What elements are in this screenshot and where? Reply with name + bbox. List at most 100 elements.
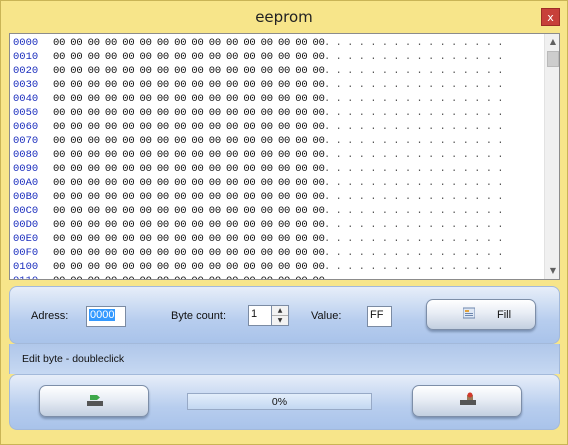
hex-row-bytes[interactable]: 00 00 00 00 00 00 00 00 00 00 00 00 00 0… [53,232,325,246]
scroll-down-arrow-icon[interactable]: ▼ [545,263,559,279]
scroll-thumb[interactable] [547,51,559,67]
hex-row-ascii: ................ [324,261,509,273]
hex-row-address: 0080 [13,149,39,161]
hex-row[interactable]: 0030 00 00 00 00 00 00 00 00 00 00 00 00 … [10,78,544,92]
hex-row-ascii: ................ [324,177,509,189]
hex-row-address: 00B0 [13,191,39,203]
hex-row-address: 0100 [13,261,39,273]
hex-row-address: 00E0 [13,233,39,245]
hex-row[interactable]: 0020 00 00 00 00 00 00 00 00 00 00 00 00 … [10,64,544,78]
hex-row[interactable]: 0080 00 00 00 00 00 00 00 00 00 00 00 00 … [10,148,544,162]
hex-row[interactable]: 0060 00 00 00 00 00 00 00 00 00 00 00 00 … [10,120,544,134]
fill-button[interactable]: Fill [426,299,536,330]
hex-row[interactable]: 0040 00 00 00 00 00 00 00 00 00 00 00 00 … [10,92,544,106]
hex-row-bytes[interactable]: 00 00 00 00 00 00 00 00 00 00 00 00 00 0… [53,134,325,148]
value-label: Value: [311,310,342,322]
hex-row-bytes[interactable]: 00 00 00 00 00 00 00 00 00 00 00 00 00 0… [53,50,325,64]
title-bar[interactable]: eeprom x [1,1,567,33]
hex-row-ascii: ................ [324,65,509,77]
edit-hint-text: Edit byte - doubleclick [22,353,125,365]
hex-row-bytes[interactable]: 00 00 00 00 00 00 00 00 00 00 00 00 00 0… [53,260,325,274]
scroll-up-arrow-icon[interactable]: ▲ [545,34,559,50]
chip-write-icon [460,392,476,405]
hex-row-address: 0010 [13,51,39,63]
hex-row-address: 0040 [13,93,39,105]
hex-row[interactable]: 0100 00 00 00 00 00 00 00 00 00 00 00 00 … [10,260,544,274]
eeprom-window: eeprom x 0000 00 00 00 00 00 00 00 00 00 … [0,0,568,445]
hex-row-bytes[interactable]: 00 00 00 00 00 00 00 00 00 00 00 00 00 0… [53,36,325,50]
hex-row[interactable]: 00E0 00 00 00 00 00 00 00 00 00 00 00 00 … [10,232,544,246]
hex-row-ascii: ................ [324,149,509,161]
hex-row[interactable]: 00D0 00 00 00 00 00 00 00 00 00 00 00 00 … [10,218,544,232]
hex-row-bytes[interactable]: 00 00 00 00 00 00 00 00 00 00 00 00 00 0… [53,246,325,260]
hex-row-bytes[interactable]: 00 00 00 00 00 00 00 00 00 00 00 00 00 0… [53,162,325,176]
byte-count-label: Byte count: [171,310,227,322]
hex-row-bytes[interactable]: 00 00 00 00 00 00 00 00 00 00 00 00 00 0… [53,120,325,134]
hex-row[interactable]: 00B0 00 00 00 00 00 00 00 00 00 00 00 00 … [10,190,544,204]
hex-row-bytes[interactable]: 00 00 00 00 00 00 00 00 00 00 00 00 00 0… [53,64,325,78]
hex-row-bytes[interactable]: 00 00 00 00 00 00 00 00 00 00 00 00 00 0… [53,190,325,204]
hex-row[interactable]: 00A0 00 00 00 00 00 00 00 00 00 00 00 00 … [10,176,544,190]
hex-rows: 0000 00 00 00 00 00 00 00 00 00 00 00 00 … [10,36,544,279]
address-label: Adress: [31,310,69,322]
hex-row-ascii: ................ [324,37,509,49]
hex-row-ascii: ................ [324,205,509,217]
hex-row-bytes[interactable]: 00 00 00 00 00 00 00 00 00 00 00 00 00 0… [53,92,325,106]
vertical-scrollbar[interactable]: ▲ ▼ [544,34,559,279]
hex-row-ascii: ................ [324,135,509,147]
hex-row-bytes[interactable]: 00 00 00 00 00 00 00 00 00 00 00 00 00 0… [53,274,325,279]
hex-row-address: 0070 [13,135,39,147]
hex-row-ascii: ................ [324,93,509,105]
hex-row-bytes[interactable]: 00 00 00 00 00 00 00 00 00 00 00 00 00 0… [53,204,325,218]
hex-row[interactable]: 0010 00 00 00 00 00 00 00 00 00 00 00 00 … [10,50,544,64]
hex-row-bytes[interactable]: 00 00 00 00 00 00 00 00 00 00 00 00 00 0… [53,176,325,190]
hex-row-ascii: ................ [324,107,509,119]
fill-icon [463,307,475,319]
hex-row[interactable]: 0050 00 00 00 00 00 00 00 00 00 00 00 00 … [10,106,544,120]
hex-row-address: 0030 [13,79,39,91]
hex-row-address: 00A0 [13,177,39,189]
window-title: eeprom [255,8,313,26]
hex-row[interactable]: 0090 00 00 00 00 00 00 00 00 00 00 00 00 … [10,162,544,176]
hex-row-ascii: ................ [324,51,509,63]
hex-row-bytes[interactable]: 00 00 00 00 00 00 00 00 00 00 00 00 00 0… [53,78,325,92]
hex-row-address: 0050 [13,107,39,119]
hex-row[interactable]: 0070 00 00 00 00 00 00 00 00 00 00 00 00 … [10,134,544,148]
hex-row[interactable]: 0000 00 00 00 00 00 00 00 00 00 00 00 00 … [10,36,544,50]
hex-row[interactable]: 00C0 00 00 00 00 00 00 00 00 00 00 00 00 … [10,204,544,218]
byte-count-input[interactable]: 1 [248,305,272,326]
byte-count-stepper[interactable]: ▲ ▼ [271,305,289,326]
hex-row-ascii: ................ [324,191,509,203]
hex-row[interactable]: 0110 00 00 00 00 00 00 00 00 00 00 00 00 … [10,274,544,279]
hex-view[interactable]: 0000 00 00 00 00 00 00 00 00 00 00 00 00 … [9,33,560,280]
hex-row-bytes[interactable]: 00 00 00 00 00 00 00 00 00 00 00 00 00 0… [53,106,325,120]
hex-row-ascii: ................ [324,274,509,279]
hex-row-address: 0020 [13,65,39,77]
hex-row-address: 00D0 [13,219,39,231]
write-button[interactable] [412,385,522,417]
hex-row-ascii: ................ [324,219,509,231]
hex-row[interactable]: 00F0 00 00 00 00 00 00 00 00 00 00 00 00 … [10,246,544,260]
read-button[interactable] [39,385,149,417]
hex-row-address: 0060 [13,121,39,133]
hex-row-ascii: ................ [324,233,509,245]
fill-button-label: Fill [497,309,512,321]
progress-bar: 0% [187,393,372,410]
stepper-up-icon[interactable]: ▲ [272,306,288,316]
hex-row-address: 00F0 [13,247,39,259]
hex-row-ascii: ................ [324,247,509,259]
address-input[interactable]: 0000 [86,306,126,327]
close-button[interactable]: x [541,8,560,26]
hex-row-ascii: ................ [324,163,509,175]
hex-row-address: 0000 [13,37,39,49]
value-input[interactable]: FF [367,306,392,327]
hex-row-address: 0090 [13,163,39,175]
progress-percent-label: 0% [271,396,288,408]
hex-row-address: 0110 [13,274,38,279]
stepper-down-icon[interactable]: ▼ [272,316,288,326]
hex-row-ascii: ................ [324,121,509,133]
hex-row-bytes[interactable]: 00 00 00 00 00 00 00 00 00 00 00 00 00 0… [53,148,325,162]
hex-row-bytes[interactable]: 00 00 00 00 00 00 00 00 00 00 00 00 00 0… [53,218,325,232]
hex-row-ascii: ................ [324,79,509,91]
chip-read-icon [87,395,103,406]
